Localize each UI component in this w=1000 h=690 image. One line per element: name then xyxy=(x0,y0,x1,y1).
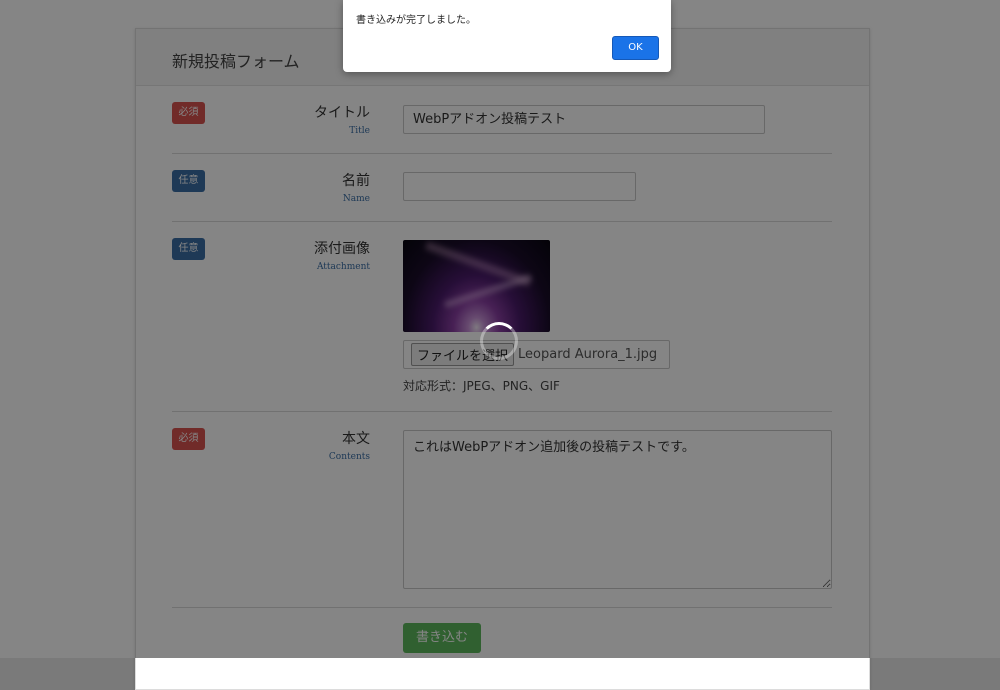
alert-dialog: 書き込みが完了しました。 OK xyxy=(343,0,671,72)
spinner-icon xyxy=(480,322,518,360)
ok-button[interactable]: OK xyxy=(612,36,659,60)
dialog-message: 書き込みが完了しました。 xyxy=(356,15,476,26)
